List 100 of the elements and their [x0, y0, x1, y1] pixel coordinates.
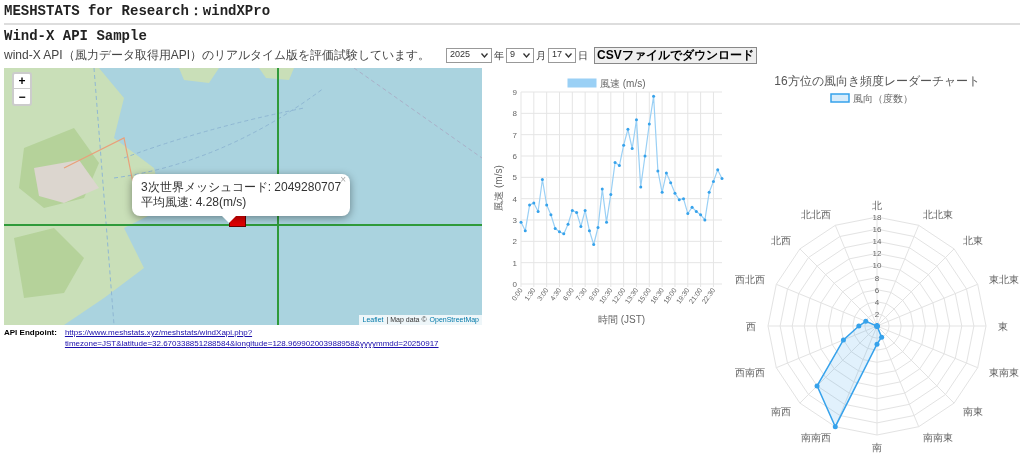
- endpoint-link[interactable]: https://www.meshstats.xyz/meshstats/windXapi.php?timezone=JST&latitude=32.670338851288584&longitude=128.969902003988958&yyyymmdd=20250917: [64, 327, 486, 349]
- legend-label[interactable]: 風向（度数）: [853, 93, 913, 104]
- data-point[interactable]: [617, 164, 621, 168]
- chevron-down-icon: [565, 52, 573, 58]
- tick-label: 8: [874, 273, 880, 283]
- data-point[interactable]: [856, 323, 862, 329]
- axis-tick-label: 5: [512, 173, 517, 183]
- data-point[interactable]: [647, 122, 651, 126]
- direction-label: 西北西: [735, 274, 766, 286]
- popup-text: 平均風速: 4.28(m/s): [141, 195, 248, 210]
- data-point[interactable]: [553, 227, 557, 231]
- close-button[interactable]: ×: [340, 175, 347, 185]
- data-point[interactable]: [652, 94, 656, 98]
- data-point[interactable]: [639, 185, 643, 189]
- data-point[interactable]: [600, 187, 604, 191]
- data-point[interactable]: [609, 192, 613, 196]
- unit-label: 日: [578, 48, 589, 63]
- data-point[interactable]: [545, 203, 549, 207]
- section-title: Wind-X API Sample: [4, 28, 148, 45]
- data-point[interactable]: [558, 230, 561, 234]
- direction-label: 北: [872, 199, 882, 211]
- direction-label: 南: [872, 441, 882, 453]
- data-point[interactable]: [660, 190, 664, 194]
- data-point[interactable]: [879, 334, 885, 340]
- unit-label: 月: [536, 48, 547, 63]
- data-point[interactable]: [630, 147, 634, 151]
- download-button[interactable]: CSVファイルでダウンロード: [594, 46, 757, 64]
- direction-label: 東北東: [988, 274, 1019, 286]
- axis-title: 風速 (m/s): [494, 165, 504, 211]
- data-point[interactable]: [566, 222, 570, 226]
- data-point[interactable]: [711, 180, 715, 184]
- tick-label: 16: [872, 225, 882, 235]
- data-point[interactable]: [832, 424, 838, 430]
- data-point[interactable]: [669, 181, 673, 185]
- chevron-down-icon: [523, 52, 531, 58]
- data-point[interactable]: [664, 171, 668, 175]
- data-point[interactable]: [720, 176, 724, 180]
- data-point[interactable]: [707, 190, 711, 194]
- direction-label: 南南西: [800, 432, 831, 444]
- data-point[interactable]: [814, 383, 820, 389]
- data-point[interactable]: [686, 212, 690, 216]
- data-point[interactable]: [622, 143, 626, 147]
- data-point[interactable]: [532, 201, 536, 205]
- data-point[interactable]: [549, 213, 553, 217]
- data-point[interactable]: [699, 213, 703, 217]
- axis-tick-label: 4: [512, 194, 517, 204]
- data-point[interactable]: [863, 318, 869, 324]
- data-point[interactable]: [596, 225, 600, 229]
- direction-label: 東南東: [988, 366, 1019, 378]
- tick-label: 6: [874, 285, 880, 295]
- data-point[interactable]: [570, 208, 574, 212]
- zoom-out-button[interactable]: −: [14, 89, 30, 104]
- data-point[interactable]: [587, 229, 591, 233]
- data-point[interactable]: [592, 243, 596, 247]
- data-point[interactable]: [536, 209, 540, 213]
- data-point[interactable]: [613, 160, 617, 164]
- data-point[interactable]: [682, 197, 685, 201]
- tick-label: 14: [872, 237, 882, 247]
- legend-swatch[interactable]: [567, 78, 597, 88]
- select-box[interactable]: 17: [548, 47, 577, 63]
- direction-label: 西南西: [735, 366, 766, 378]
- tick-label: 12: [872, 249, 882, 259]
- data-point[interactable]: [677, 198, 681, 202]
- tick-label: 2: [874, 309, 880, 319]
- axis-tick-label: 3: [512, 216, 517, 225]
- data-point[interactable]: [519, 220, 523, 224]
- tick-label: 18: [872, 213, 882, 222]
- data-point[interactable]: [673, 191, 677, 195]
- axis-tick-label: 9: [512, 88, 517, 97]
- data-point[interactable]: [694, 209, 698, 213]
- tick-label: 10: [872, 261, 882, 271]
- data-point[interactable]: [528, 203, 532, 207]
- select-box[interactable]: 2025: [446, 47, 493, 63]
- axis-tick-label: 7: [512, 130, 517, 140]
- chevron-down-icon: [481, 52, 489, 58]
- data-point[interactable]: [523, 229, 527, 233]
- data-point[interactable]: [626, 127, 630, 131]
- data-point[interactable]: [562, 232, 566, 236]
- zoom-in-button[interactable]: +: [14, 74, 30, 89]
- direction-label: 北西: [771, 234, 792, 246]
- tick-label: 4: [874, 297, 880, 307]
- legend-label[interactable]: 風速 (m/s): [600, 78, 646, 89]
- data-point[interactable]: [643, 154, 647, 158]
- data-point[interactable]: [840, 337, 846, 343]
- data-point[interactable]: [703, 218, 707, 222]
- legend-swatch[interactable]: [830, 93, 850, 103]
- data-point[interactable]: [575, 211, 579, 215]
- data-point[interactable]: [716, 168, 720, 172]
- data-point[interactable]: [656, 169, 660, 173]
- data-point[interactable]: [605, 220, 609, 224]
- data-point[interactable]: [874, 341, 880, 347]
- axis-tick-label: 6: [512, 152, 517, 161]
- direction-label: 東: [998, 320, 1008, 332]
- data-point[interactable]: [540, 177, 544, 181]
- data-point[interactable]: [579, 224, 583, 228]
- data-point[interactable]: [583, 208, 587, 212]
- select-box[interactable]: 9: [506, 47, 535, 63]
- data-point[interactable]: [634, 118, 638, 122]
- data-point[interactable]: [690, 205, 694, 209]
- axis-tick-label: 0: [512, 280, 517, 289]
